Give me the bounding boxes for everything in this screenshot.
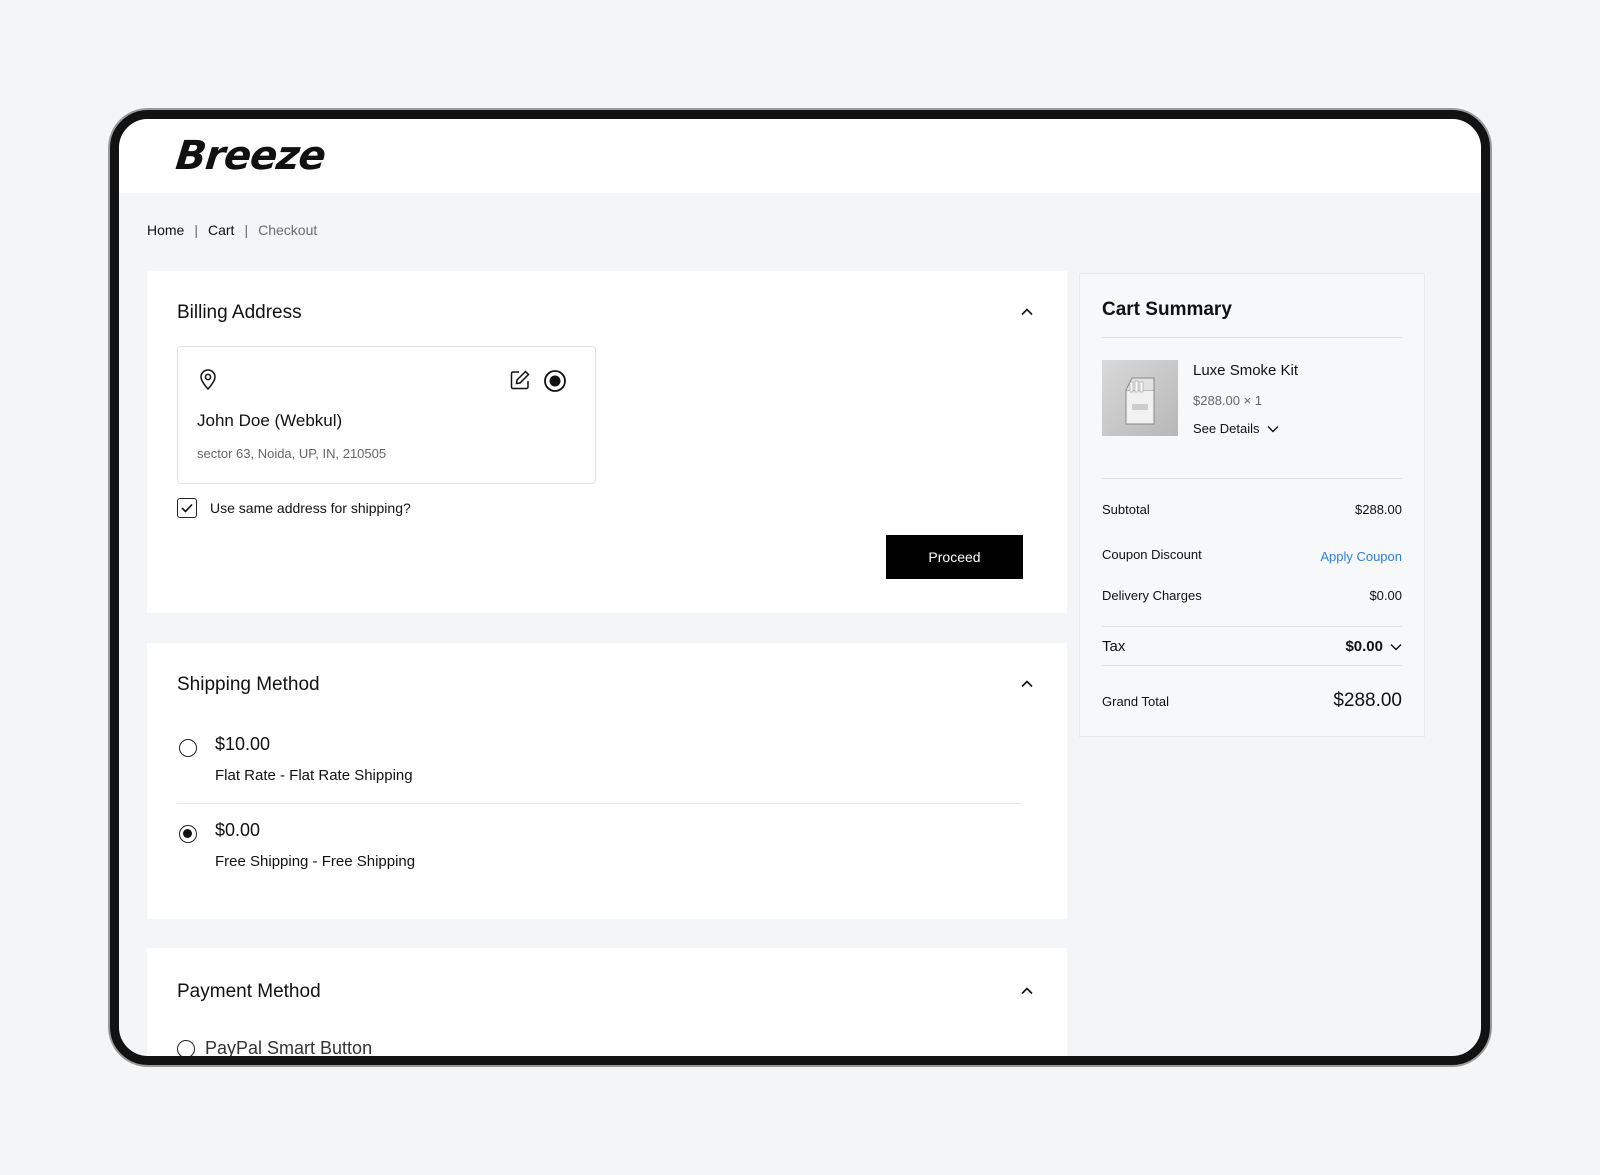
shipping-title: Shipping Method bbox=[177, 674, 320, 695]
delivery-row: Delivery Charges $0.00 bbox=[1102, 588, 1402, 603]
address-selected-radio-icon[interactable] bbox=[543, 369, 567, 393]
shipping-option-flat-rate[interactable]: $10.00 Flat Rate - Flat Rate Shipping bbox=[177, 734, 1022, 794]
payment-option-label: PayPal Smart Button bbox=[205, 1038, 373, 1058]
subtotal-row: Subtotal $288.00 bbox=[1102, 502, 1402, 517]
billing-address-panel: Billing Address John Doe (Webkul) sector… bbox=[147, 271, 1067, 613]
shipping-label: Free Shipping - Free Shipping bbox=[215, 853, 416, 870]
see-details-label: See Details bbox=[1193, 421, 1260, 436]
address-line: sector 63, Noida, UP, IN, 210505 bbox=[197, 446, 387, 461]
subtotal-label: Subtotal bbox=[1102, 502, 1150, 517]
coupon-row: Coupon Discount Apply Coupon bbox=[1102, 544, 1402, 565]
breadcrumb-home[interactable]: Home bbox=[147, 222, 184, 238]
breadcrumb-current: Checkout bbox=[258, 222, 318, 238]
breadcrumb-separator: | bbox=[194, 222, 198, 238]
divider bbox=[1102, 665, 1402, 666]
cart-summary-title: Cart Summary bbox=[1102, 299, 1232, 320]
shipping-option-free[interactable]: $0.00 Free Shipping - Free Shipping bbox=[177, 820, 1022, 880]
divider bbox=[1102, 626, 1402, 627]
payment-radio[interactable] bbox=[177, 1039, 195, 1056]
location-pin-icon bbox=[200, 369, 216, 391]
payment-method-panel: Payment Method PayPal Smart Button bbox=[147, 948, 1067, 1058]
breadcrumb: Home | Cart | Checkout bbox=[147, 222, 317, 238]
edit-icon[interactable] bbox=[509, 369, 531, 391]
shipping-label: Flat Rate - Flat Rate Shipping bbox=[215, 767, 413, 784]
grand-total-label: Grand Total bbox=[1102, 693, 1169, 709]
payment-option[interactable]: PayPal Smart Button bbox=[177, 1038, 373, 1058]
chevron-down-icon bbox=[1390, 643, 1402, 650]
shipping-radio[interactable] bbox=[179, 739, 197, 757]
same-address-row[interactable]: Use same address for shipping? bbox=[177, 498, 411, 518]
delivery-label: Delivery Charges bbox=[1102, 588, 1202, 603]
chevron-up-icon[interactable] bbox=[1019, 676, 1035, 692]
grand-total-row: Grand Total $288.00 bbox=[1102, 690, 1402, 712]
payment-title: Payment Method bbox=[177, 981, 321, 1002]
divider bbox=[1102, 478, 1402, 479]
tax-row[interactable]: Tax $0.00 bbox=[1102, 638, 1402, 655]
see-details-toggle[interactable]: See Details bbox=[1193, 421, 1279, 436]
same-address-checkbox[interactable] bbox=[177, 498, 197, 518]
chevron-up-icon[interactable] bbox=[1019, 304, 1035, 320]
proceed-button[interactable]: Proceed bbox=[886, 535, 1023, 579]
tax-label: Tax bbox=[1102, 638, 1126, 655]
product-name[interactable]: Luxe Smoke Kit bbox=[1193, 362, 1298, 379]
breadcrumb-separator: | bbox=[244, 222, 249, 238]
tax-toggle[interactable]: $0.00 bbox=[1345, 638, 1402, 655]
tax-value: $0.00 bbox=[1345, 638, 1383, 655]
header: Breeze bbox=[119, 119, 1481, 193]
shipping-price: $0.00 bbox=[215, 820, 261, 840]
cart-summary: Cart Summary Luxe Smoke Kit $288.00 × 1 … bbox=[1079, 273, 1425, 737]
checkmark-icon bbox=[181, 503, 193, 513]
apply-coupon-link[interactable]: Apply Coupon bbox=[1320, 549, 1402, 564]
address-card[interactable]: John Doe (Webkul) sector 63, Noida, UP, … bbox=[177, 346, 596, 484]
shipping-price: $10.00 bbox=[215, 734, 271, 754]
address-name: John Doe (Webkul) bbox=[197, 411, 343, 430]
product-box-icon bbox=[1125, 377, 1155, 425]
chevron-down-icon bbox=[1267, 425, 1279, 432]
billing-title: Billing Address bbox=[177, 302, 302, 323]
product-price-qty: $288.00 × 1 bbox=[1193, 393, 1263, 408]
product-image bbox=[1102, 360, 1178, 436]
chevron-up-icon[interactable] bbox=[1019, 983, 1035, 999]
same-address-label: Use same address for shipping? bbox=[210, 500, 411, 516]
coupon-label: Coupon Discount bbox=[1102, 546, 1202, 562]
divider bbox=[177, 803, 1022, 804]
shipping-method-panel: Shipping Method $10.00 Flat Rate - Flat … bbox=[147, 643, 1067, 919]
subtotal-value: $288.00 bbox=[1355, 502, 1402, 517]
brand-logo[interactable]: Breeze bbox=[174, 133, 328, 179]
divider bbox=[1102, 337, 1402, 338]
device-frame: Breeze Home | Cart | Checkout Billing Ad… bbox=[110, 110, 1490, 1065]
grand-total-value: $288.00 bbox=[1333, 690, 1402, 711]
delivery-value: $0.00 bbox=[1369, 588, 1402, 603]
shipping-radio-selected[interactable] bbox=[179, 825, 197, 843]
breadcrumb-cart[interactable]: Cart bbox=[208, 222, 234, 238]
